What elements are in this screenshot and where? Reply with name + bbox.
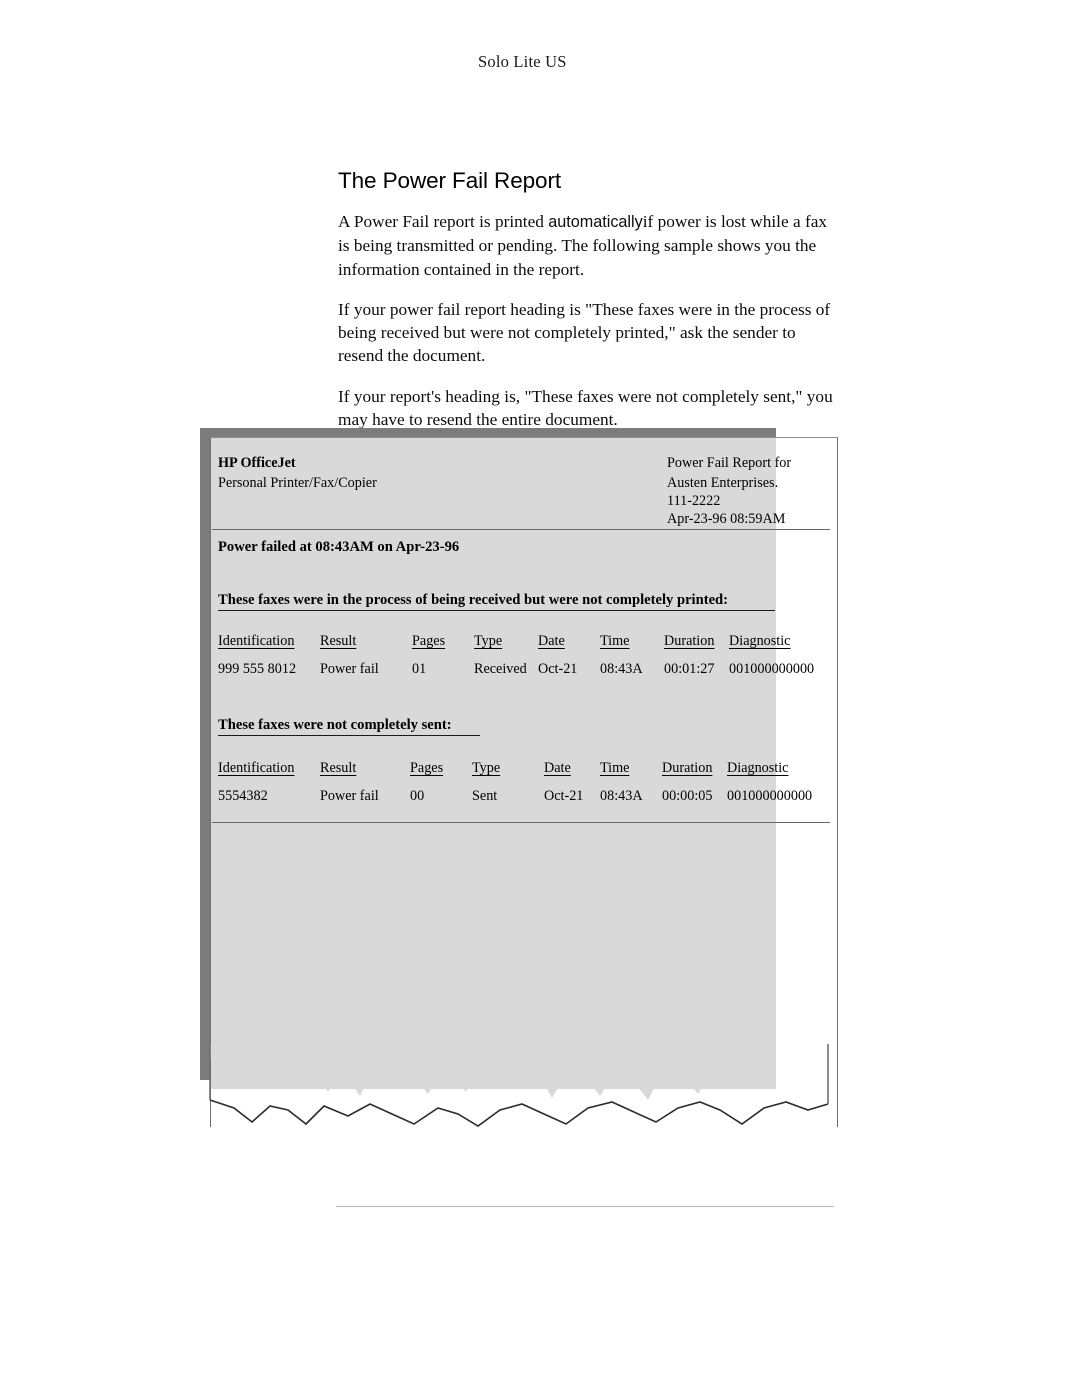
fax-section-2-closing-rule [212,822,830,823]
fax-s1-cell-type: Received [474,661,527,677]
fax-s1-col-diagnostic: Diagnostic [729,633,791,649]
fax-s2-col-identification: Identification [218,760,295,776]
fax-sample-illustration: HP OfficeJet Personal Printer/Fax/Copier… [200,428,840,1138]
fax-s2-col-time: Time [600,760,630,776]
fax-s1-col-pages: Pages [412,633,446,649]
fax-s2-col-duration: Duration [662,760,713,776]
fax-s2-cell-duration: 00:00:05 [662,788,713,804]
fax-section-2-heading: These faxes were not completely sent: [218,717,452,733]
fax-timestamp: Apr-23-96 08:59AM [667,511,786,527]
fax-section-1-heading-rule [218,610,775,611]
fax-product-prefix: Personal [218,475,271,491]
fax-s2-cell-pages: 00 [410,788,425,804]
fax-s1-cell-result: Power fail [320,661,379,677]
fax-s1-cell-diagnostic: 001000000000 [729,661,815,677]
fax-s1-cell-pages: 01 [412,661,427,677]
fax-report-title-suffix: for [771,455,792,471]
fax-s1-col-result: Result [320,633,357,649]
paragraph-3: If your report's heading is, "These faxe… [338,386,833,430]
fax-report-content: HP OfficeJet Personal Printer/Fax/Copier… [210,437,838,1127]
fax-s1-col-time: Time [600,633,630,649]
fax-s2-cell-diagnostic: 001000000000 [727,788,813,804]
footer-rule [336,1206,834,1207]
fax-torn-bottom-edge [200,1044,840,1138]
fax-s1-cell-time: 08:43A [600,661,643,677]
fax-s1-cell-date: Oct-21 [538,661,578,677]
fax-s1-cell-duration: 00:01:27 [664,661,715,677]
running-header: Solo Lite US [478,52,567,71]
fax-s1-cell-identification: 999 555 8012 [218,661,297,677]
fax-company: Austen Enterprises. [667,475,779,491]
paragraph-1-emphasis: automatically [548,213,643,231]
page-title: The Power Fail Report [338,168,561,193]
fax-report-title-line: Power Fail Report for [667,455,791,472]
paragraph-2: If your power fail report heading is "Th… [338,299,831,366]
fax-section-1-heading: These faxes were in the process of being… [218,592,729,608]
fax-s1-col-type: Type [474,633,503,649]
fax-s2-col-pages: Pages [410,760,444,776]
fax-section-2-heading-rule [218,735,480,736]
fax-report-title: Power Fail Report [667,455,772,471]
fax-s2-cell-identification: 5554382 [218,788,268,804]
fax-s2-cell-type: Sent [472,788,498,804]
fax-s1-col-date: Date [538,633,565,649]
fax-s2-col-result: Result [320,760,357,776]
article-body: The Power Fail Report A Power Fail repor… [338,168,838,431]
fax-s2-cell-date: Oct-21 [544,788,584,804]
fax-s2-col-date: Date [544,760,571,776]
fax-power-failed-line: Power failed at 08:43AM on Apr-23-96 [218,539,460,555]
fax-masthead-rule [212,529,830,530]
paragraph-1: A Power Fail report is printed automatic… [338,210,838,281]
fax-s2-cell-time: 08:43A [600,788,643,804]
fax-product-name: Printer/Fax/Copier [270,475,377,491]
fax-s2-col-type: Type [472,760,501,776]
fax-s1-col-duration: Duration [664,633,715,649]
paragraph-1-run-1: A Power Fail report is printed [338,212,549,231]
fax-s2-cell-result: Power fail [320,788,379,804]
fax-s2-col-diagnostic: Diagnostic [727,760,789,776]
fax-s1-col-identification: Identification [218,633,295,649]
fax-brand: HP OfficeJet [218,455,296,471]
fax-product-line: Personal Printer/Fax/Copier [218,475,377,492]
fax-phone: 111-2222 [667,493,721,509]
